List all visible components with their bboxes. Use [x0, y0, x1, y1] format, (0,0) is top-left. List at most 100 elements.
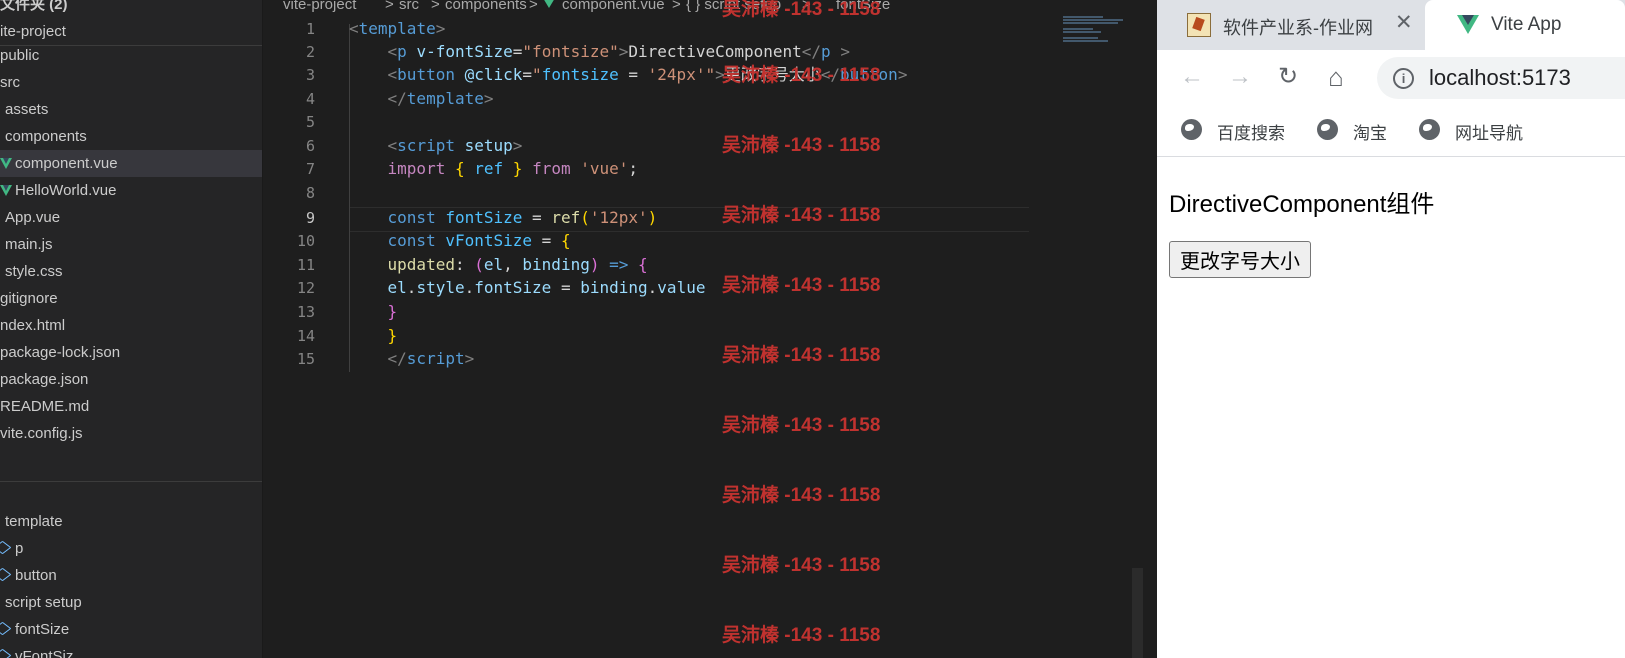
tree-item-folder[interactable]: assets: [0, 96, 262, 123]
vue-file-icon: [543, 0, 555, 8]
code-line-4: </template>: [349, 87, 494, 111]
outline-item-template[interactable]: template: [0, 508, 262, 535]
bookmark-baidu[interactable]: 百度搜索: [1217, 119, 1285, 144]
url-text[interactable]: localhost:5173: [1429, 65, 1571, 91]
code-token: el: [483, 255, 504, 274]
outline-item-label: vFontSiz: [15, 648, 74, 658]
minimap[interactable]: [1063, 16, 1127, 46]
tree-item-label: README.md: [0, 398, 90, 415]
tree-item-file[interactable]: gitignore: [0, 285, 262, 312]
explorer-section-header[interactable]: 文件夹 (2): [0, 0, 262, 18]
line-number: 7: [305, 160, 315, 178]
code-token: template: [406, 89, 484, 108]
minimap-line: [1063, 16, 1103, 18]
code-token: :: [454, 255, 475, 274]
tree-item-file[interactable]: vite.config.js: [0, 420, 262, 447]
outline-divider: [0, 481, 262, 482]
tab-homework-site[interactable]: 软件产业系-作业网 ✕: [1157, 0, 1425, 50]
back-arrow-icon[interactable]: ←: [1177, 62, 1207, 92]
watermark-text: 吴沛榛 -143 - 1158: [722, 625, 881, 646]
bookmark-nav[interactable]: 网址导航: [1455, 119, 1523, 144]
breadcrumb-item[interactable]: src: [399, 0, 419, 12]
tab-title: Vite App: [1491, 14, 1562, 35]
address-bar[interactable]: i localhost:5173: [1377, 57, 1625, 99]
tree-item-file[interactable]: main.js: [0, 231, 262, 258]
tree-item-file[interactable]: App.vue: [0, 204, 262, 231]
code-token: import: [387, 159, 446, 178]
tab-vite-app[interactable]: Vite App: [1425, 0, 1625, 50]
outline-item-vfontsize[interactable]: vFontSiz: [0, 643, 262, 658]
tree-item-folder[interactable]: ite-project: [0, 18, 262, 45]
outline-item-fontsize[interactable]: fontSize: [0, 616, 262, 643]
bookmark-taobao[interactable]: 淘宝: [1353, 119, 1387, 144]
tree-item-folder[interactable]: public: [0, 42, 262, 69]
tree-item-label: component.vue: [15, 155, 118, 172]
tree-item-folder[interactable]: components: [0, 123, 262, 150]
watermark-text: 吴沛榛 -143 - 1158: [722, 65, 881, 86]
code-token: 'vue': [580, 159, 629, 178]
code-token: >: [897, 65, 908, 84]
code-token: }: [512, 159, 523, 178]
tree-item-file[interactable]: HelloWorld.vue: [0, 177, 262, 204]
close-tab-icon[interactable]: ✕: [1395, 10, 1413, 35]
tree-item-file[interactable]: package-lock.json: [0, 339, 262, 366]
browser-window: 软件产业系-作业网 ✕ Vite App ← → ↻ ⌂ i localhost…: [1157, 0, 1625, 658]
outline-item-script-setup[interactable]: script setup: [0, 589, 262, 616]
tree-item-file[interactable]: style.css: [0, 258, 262, 285]
tree-item-label: main.js: [5, 236, 53, 253]
code-token: "fontsize": [522, 42, 619, 61]
symbol-icon: [0, 621, 12, 636]
code-token: ": [705, 65, 716, 84]
code-token: from: [532, 159, 571, 178]
change-font-size-button[interactable]: 更改字号大小: [1169, 241, 1311, 278]
code-token: >: [512, 136, 523, 155]
explorer-section-label: 文件夹 (2): [0, 0, 68, 13]
code-token: </: [387, 349, 407, 368]
tree-item-label: components: [5, 128, 87, 145]
tree-item-file[interactable]: README.md: [0, 393, 262, 420]
breadcrumb-separator: >: [529, 0, 538, 13]
tree-item-file-selected[interactable]: component.vue: [0, 150, 262, 177]
info-icon[interactable]: i: [1393, 68, 1414, 89]
reload-icon[interactable]: ↻: [1273, 62, 1303, 92]
tree-item-label: assets: [5, 101, 49, 118]
line-number: 14: [296, 327, 315, 345]
home-icon[interactable]: ⌂: [1321, 62, 1351, 92]
globe-icon: [1419, 119, 1440, 140]
breadcrumb-item[interactable]: components: [445, 0, 527, 12]
outline-item-button[interactable]: button: [0, 562, 262, 589]
code-token: </: [387, 89, 407, 108]
tree-item-label: package.json: [0, 371, 89, 388]
line-number: 11: [296, 256, 315, 274]
outline-item-p[interactable]: p: [0, 535, 262, 562]
code-token: ref: [474, 159, 504, 178]
code-token: updated: [387, 255, 455, 274]
code-editor[interactable]: vite-project > src > components > compon…: [263, 0, 1143, 658]
tree-item-folder[interactable]: src: [0, 69, 262, 96]
explorer-sidebar: 文件夹 (2) ite-project public src assets co…: [0, 0, 263, 658]
breadcrumb-item[interactable]: vite-project: [283, 0, 356, 12]
code-token: {: [638, 255, 648, 274]
outline-item-label: fontSize: [15, 621, 70, 638]
breadcrumb-item[interactable]: component.vue: [562, 0, 665, 12]
tree-item-label: src: [0, 74, 20, 91]
tree-item-file[interactable]: package.json: [0, 366, 262, 393]
vertical-scrollbar[interactable]: [1132, 568, 1143, 658]
code-line-9: const fontSize = ref('12px'): [349, 206, 658, 230]
tab-strip: 软件产业系-作业网 ✕ Vite App: [1157, 0, 1625, 50]
forward-arrow-icon[interactable]: →: [1225, 62, 1255, 92]
line-number: 4: [305, 90, 315, 108]
code-token: vFontSize: [445, 231, 533, 250]
tree-item-file[interactable]: ndex.html: [0, 312, 262, 339]
code-token: el: [387, 278, 407, 297]
